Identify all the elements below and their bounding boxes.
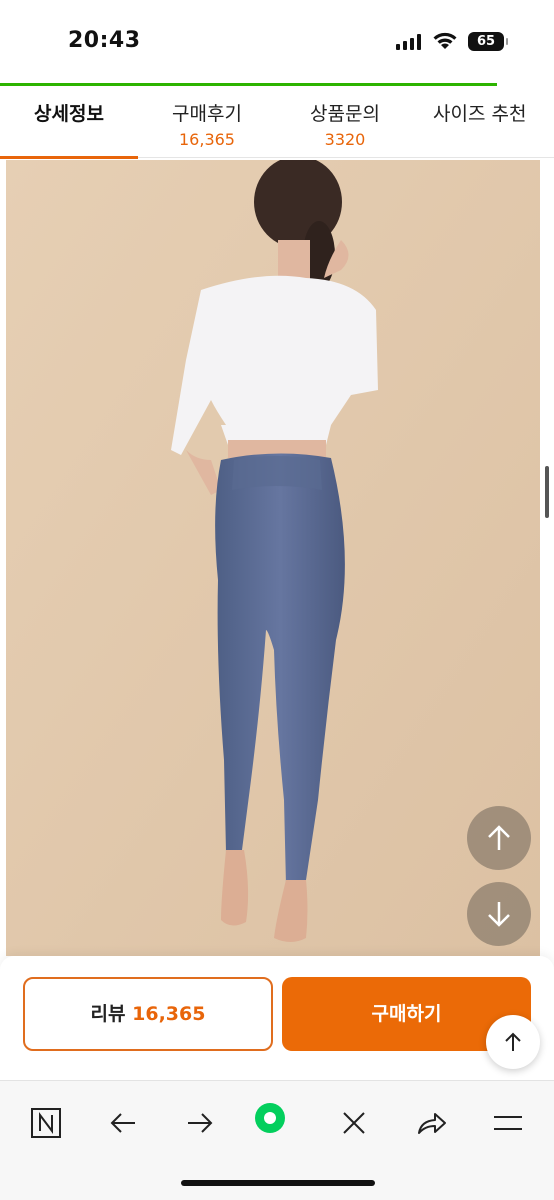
scroll-down-button[interactable]: [467, 882, 531, 946]
tab-reviews-count: 16,365: [179, 130, 235, 149]
cellular-signal-icon: [396, 34, 422, 50]
status-time: 20:43: [68, 28, 141, 53]
tab-inquiries-count: 3320: [324, 130, 366, 149]
close-button[interactable]: [332, 1101, 376, 1145]
arrow-up-icon: [488, 825, 510, 850]
scroll-up-button[interactable]: [467, 806, 531, 870]
tab-size-recommend-label: 사이즈 추천: [433, 103, 527, 125]
arrow-down-icon: [488, 902, 510, 927]
menu-button[interactable]: [486, 1101, 530, 1145]
buy-button-label: 구매하기: [371, 1003, 442, 1025]
scroll-to-top-button[interactable]: [486, 1015, 540, 1069]
forward-button[interactable]: [178, 1101, 222, 1145]
product-image: [6, 160, 540, 956]
arrow-left-icon: [110, 1113, 135, 1133]
back-button[interactable]: [101, 1101, 145, 1145]
product-tabs: 상세정보 구매후기 16,365 상품문의 3320 사이즈 추천: [0, 86, 554, 159]
home-indicator: [181, 1180, 375, 1186]
naver-n-icon: [31, 1108, 61, 1138]
leggings-model-illustration: [6, 160, 540, 956]
share-button[interactable]: [409, 1101, 453, 1145]
review-button-count: 16,365: [132, 1003, 206, 1025]
share-icon: [418, 1113, 446, 1134]
purchase-action-bar: 리뷰 16,365 구매하기: [0, 956, 554, 1080]
tab-details-label: 상세정보: [34, 103, 104, 125]
menu-icon: [494, 1116, 522, 1130]
scrollbar-thumb[interactable]: [545, 466, 549, 518]
tab-reviews[interactable]: 구매후기 16,365: [138, 86, 276, 158]
green-dot-button[interactable]: [255, 1101, 299, 1145]
arrow-up-icon: [505, 1032, 521, 1051]
tab-inquiries-label: 상품문의: [310, 103, 380, 125]
status-bar: 20:43 65: [0, 0, 554, 84]
review-button-label: 리뷰: [90, 1003, 126, 1025]
green-dot-icon: [255, 1103, 285, 1133]
review-button[interactable]: 리뷰 16,365: [23, 977, 273, 1051]
tab-size-recommend[interactable]: 사이즈 추천: [414, 86, 554, 158]
arrow-right-icon: [188, 1113, 213, 1133]
tab-details[interactable]: 상세정보: [0, 86, 138, 159]
naver-home-button[interactable]: [24, 1101, 68, 1145]
wifi-icon: [432, 30, 458, 50]
battery-icon: 65: [468, 32, 508, 51]
close-icon: [343, 1112, 365, 1134]
tab-inquiries[interactable]: 상품문의 3320: [276, 86, 414, 158]
tab-reviews-label: 구매후기: [172, 103, 242, 125]
